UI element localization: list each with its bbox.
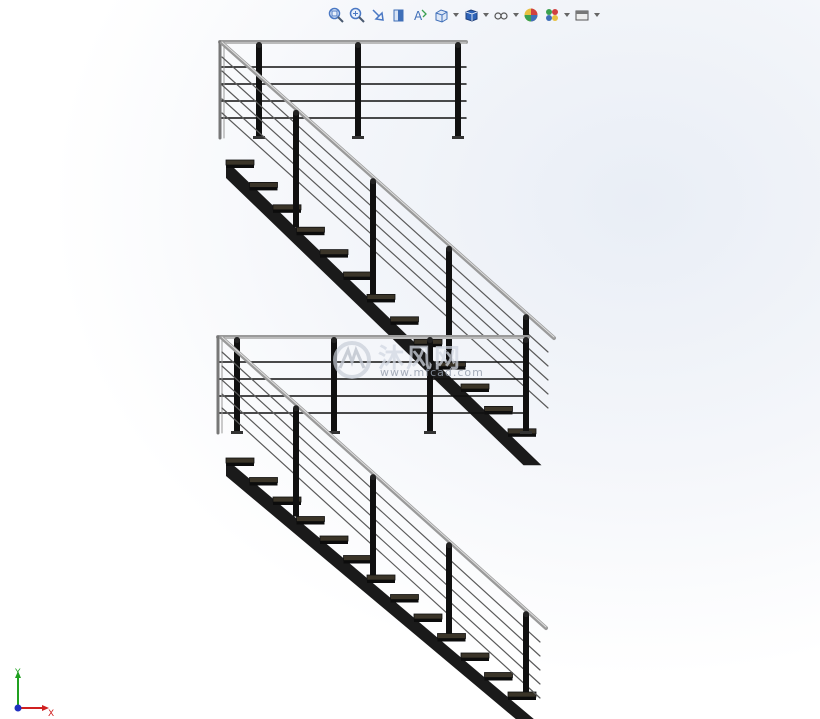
stair-tread (390, 316, 419, 323)
flight-post-cap (293, 405, 299, 412)
stair-tread (390, 594, 419, 600)
landing-post-cap (355, 42, 361, 48)
stair-tread (366, 293, 396, 300)
stair-tread-edge (367, 299, 395, 303)
stair-tread-edge (296, 232, 325, 236)
stair-tread-edge (320, 254, 348, 258)
flight-post-cap (293, 109, 299, 116)
flight-post-cap (523, 611, 529, 618)
stair-tread-edge (296, 521, 325, 525)
landing-post-cap (455, 42, 461, 48)
flight-post (446, 545, 452, 634)
flight-post (446, 248, 452, 362)
flight-cable (221, 98, 549, 395)
stair-tread (225, 457, 255, 464)
origin-icon (14, 704, 22, 712)
stair-tread-edge (226, 463, 254, 466)
staircase-model[interactable] (0, 0, 820, 719)
flight-post (370, 181, 376, 295)
stair-tread-edge (249, 187, 278, 191)
landing-post-base (452, 136, 464, 139)
stair-tread-edge (343, 560, 372, 564)
stair-tread (343, 271, 372, 278)
stair-tread-edge (437, 366, 466, 370)
flight-post-cap (446, 245, 452, 252)
landing-post (427, 339, 433, 433)
landing-post (455, 44, 461, 138)
stair-tread (460, 383, 490, 390)
flight-post (370, 477, 376, 575)
x-axis-label: X (48, 709, 54, 718)
flight-post (523, 614, 529, 692)
stair-tread-edge (508, 433, 536, 437)
stair-tread-edge (249, 482, 278, 486)
stair-tread-edge (390, 599, 419, 603)
stair-tread (296, 516, 325, 522)
flight-cable (221, 112, 549, 409)
landing-post-cap (256, 42, 262, 48)
flight-post-cap (370, 178, 376, 185)
stair-tread-edge (320, 541, 348, 544)
stair-tread (413, 613, 443, 620)
flight-post-cap (446, 542, 452, 549)
graphics-area[interactable]: A 沐风网 www.mfcad.com Y X (0, 0, 820, 719)
landing-post-cap (234, 337, 240, 343)
landing-post-cap (427, 337, 433, 343)
y-axis-label: Y (14, 668, 21, 678)
flight-cable (221, 393, 541, 685)
stair-tread (225, 159, 255, 166)
stair-tread (437, 633, 466, 639)
stair-tread-edge (367, 580, 395, 583)
stair-tread-edge (484, 677, 513, 681)
flight-handrail (220, 41, 556, 340)
stair-tread (366, 574, 396, 581)
stair-tread (249, 181, 278, 188)
stair-tread (484, 405, 513, 412)
flight-post (293, 408, 299, 517)
landing-post-base (424, 431, 436, 434)
stair-tread (507, 691, 537, 698)
flight-cable (221, 407, 541, 699)
landing-post (355, 44, 361, 138)
stair-tread (296, 226, 325, 233)
stair-tread-edge (508, 697, 536, 700)
stair-tread-edge (461, 658, 489, 661)
stair-tread (249, 477, 278, 483)
stair-tread-edge (390, 321, 419, 325)
stair-tread-edge (414, 619, 442, 622)
coordinate-triad: Y X (14, 668, 54, 718)
stair-tread (484, 672, 513, 678)
landing-post-base (520, 431, 532, 434)
landing-post-base (352, 136, 364, 139)
landing-post-cap (523, 337, 529, 343)
stair-tread-edge (437, 638, 466, 642)
stair-tread-edge (226, 165, 254, 168)
stair-tread (343, 555, 372, 561)
landing-post (523, 339, 529, 433)
stair-tread (319, 249, 349, 256)
stair-tread (319, 535, 349, 542)
landing-post-cap (331, 337, 337, 343)
landing-post (331, 339, 337, 433)
flight-post-cap (370, 474, 376, 481)
landing-post-base (231, 431, 243, 434)
flight-post-cap (523, 314, 529, 321)
stair-tread-edge (343, 277, 372, 280)
flight-post (293, 112, 299, 228)
stair-tread-edge (461, 389, 489, 392)
stair-tread (460, 652, 490, 659)
